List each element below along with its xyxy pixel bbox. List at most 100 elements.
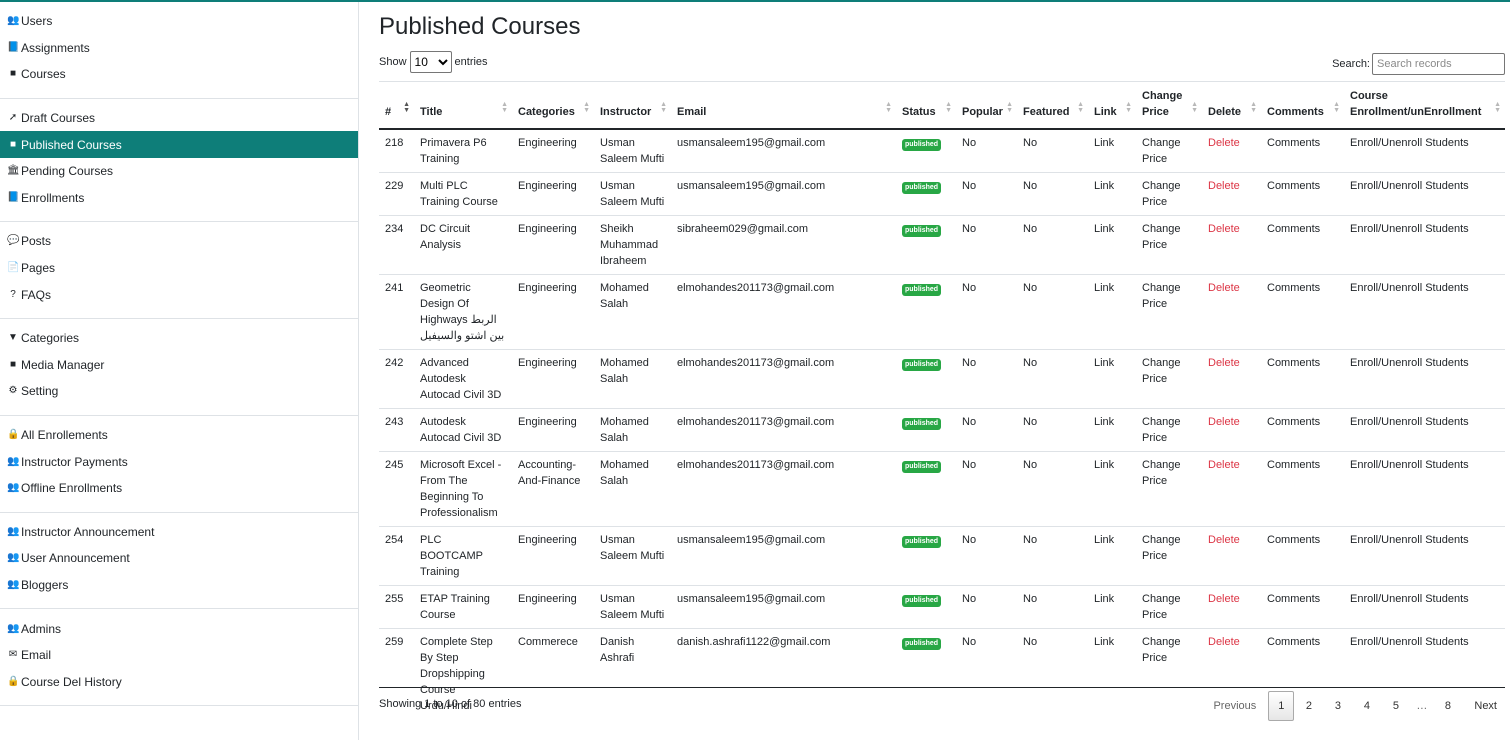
change-price-link[interactable]: Change Price xyxy=(1142,459,1181,487)
pagination-previous-button[interactable]: Previous xyxy=(1205,692,1268,720)
column-header[interactable]: Change Price ▲ ▼ xyxy=(1136,81,1202,130)
delete-link[interactable]: Delete xyxy=(1208,593,1240,605)
sidebar-item-assignments[interactable]: 📘 Assignments xyxy=(0,35,358,62)
column-header[interactable]: Instructor ▲ ▼ xyxy=(594,81,671,130)
column-header[interactable]: Link ▲ ▼ xyxy=(1088,81,1136,130)
pagination-page-2[interactable]: 2 xyxy=(1301,692,1316,720)
sidebar-item-faqs[interactable]: ? FAQs xyxy=(0,281,358,308)
search-input[interactable] xyxy=(1372,53,1505,75)
delete-link[interactable]: Delete xyxy=(1208,636,1240,648)
column-header[interactable]: Email ▲ ▼ xyxy=(671,81,896,130)
column-header[interactable]: Comments ▲ ▼ xyxy=(1261,81,1344,130)
comments-link[interactable]: Comments xyxy=(1267,636,1320,648)
sidebar-item-label: Media Manager xyxy=(21,357,105,372)
sidebar-item-draft-courses[interactable]: ➚ Draft Courses xyxy=(0,105,358,132)
enroll-link[interactable]: Enroll/Unenroll Students xyxy=(1350,416,1469,428)
comments-link[interactable]: Comments xyxy=(1267,534,1320,546)
delete-link[interactable]: Delete xyxy=(1208,137,1240,149)
enroll-link[interactable]: Enroll/Unenroll Students xyxy=(1350,137,1469,149)
sidebar-item-all-enrollements[interactable]: 🔒 All Enrollements xyxy=(0,422,358,449)
comments-link[interactable]: Comments xyxy=(1267,357,1320,369)
course-link[interactable]: Link xyxy=(1094,180,1114,192)
delete-link[interactable]: Delete xyxy=(1208,180,1240,192)
sidebar-item-enrollments[interactable]: 📘 Enrollments xyxy=(0,185,358,212)
sidebar-item-label: Setting xyxy=(21,384,59,399)
pagination-page-3[interactable]: 3 xyxy=(1330,692,1345,720)
comments-link[interactable]: Comments xyxy=(1267,593,1320,605)
course-link[interactable]: Link xyxy=(1094,357,1114,369)
change-price-link[interactable]: Change Price xyxy=(1142,180,1181,208)
delete-link[interactable]: Delete xyxy=(1208,459,1240,471)
column-header[interactable]: Popular ▲ ▼ xyxy=(956,81,1017,130)
comments-link[interactable]: Comments xyxy=(1267,223,1320,235)
enroll-link[interactable]: Enroll/Unenroll Students xyxy=(1350,534,1469,546)
enroll-link[interactable]: Enroll/Unenroll Students xyxy=(1350,459,1469,471)
sidebar-item-user-announcement[interactable]: 👥 User Announcement xyxy=(0,545,358,572)
pagination-page-5[interactable]: 5 xyxy=(1388,692,1403,720)
delete-link[interactable]: Delete xyxy=(1208,534,1240,546)
table-cell: Change Price xyxy=(1136,525,1202,585)
column-header[interactable]: Featured ▲ ▼ xyxy=(1017,81,1088,130)
comments-link[interactable]: Comments xyxy=(1267,459,1320,471)
pagination-page-8[interactable]: 8 xyxy=(1440,692,1455,720)
change-price-link[interactable]: Change Price xyxy=(1142,357,1181,385)
sidebar-item-users[interactable]: 👥 Users xyxy=(0,8,358,35)
delete-link[interactable]: Delete xyxy=(1208,357,1240,369)
table-cell: Usman Saleem Mufti xyxy=(594,584,671,628)
pagination-page-4[interactable]: 4 xyxy=(1359,692,1374,720)
change-price-link[interactable]: Change Price xyxy=(1142,282,1181,310)
delete-link[interactable]: Delete xyxy=(1208,223,1240,235)
column-header[interactable]: # ▲ ▼ xyxy=(379,81,414,130)
comments-link[interactable]: Comments xyxy=(1267,137,1320,149)
sidebar-item-instructor-announcement[interactable]: 👥 Instructor Announcement xyxy=(0,519,358,546)
sidebar-item-pages[interactable]: 📄 Pages xyxy=(0,255,358,282)
course-link[interactable]: Link xyxy=(1094,459,1114,471)
pagination-page-1[interactable]: 1 xyxy=(1268,691,1295,721)
enroll-link[interactable]: Enroll/Unenroll Students xyxy=(1350,593,1469,605)
column-header[interactable]: Status ▲ ▼ xyxy=(896,81,956,130)
sidebar-item-label: Pages xyxy=(21,261,56,276)
sidebar-item-email[interactable]: ✉ Email xyxy=(0,642,358,669)
sidebar-item-published-courses[interactable]: ■ Published Courses xyxy=(0,131,358,158)
sidebar-item-admins[interactable]: 👥 Admins xyxy=(0,615,358,642)
sidebar-item-course-del-history[interactable]: 🔒 Course Del History xyxy=(0,668,358,695)
enroll-link[interactable]: Enroll/Unenroll Students xyxy=(1350,180,1469,192)
sidebar-item-categories[interactable]: ▼ Categories xyxy=(0,325,358,352)
change-price-link[interactable]: Change Price xyxy=(1142,223,1181,251)
change-price-link[interactable]: Change Price xyxy=(1142,416,1181,444)
enroll-link[interactable]: Enroll/Unenroll Students xyxy=(1350,636,1469,648)
sidebar-item-pending-courses[interactable]: 🏛 Pending Courses xyxy=(0,158,358,185)
sidebar-item-courses[interactable]: ■ Courses xyxy=(0,61,358,88)
change-price-link[interactable]: Change Price xyxy=(1142,137,1181,165)
course-link[interactable]: Link xyxy=(1094,416,1114,428)
column-header[interactable]: Categories ▲ ▼ xyxy=(512,81,594,130)
comments-link[interactable]: Comments xyxy=(1267,416,1320,428)
comments-link[interactable]: Comments xyxy=(1267,180,1320,192)
sidebar-item-posts[interactable]: 💬 Posts xyxy=(0,228,358,255)
enroll-link[interactable]: Enroll/Unenroll Students xyxy=(1350,357,1469,369)
course-link[interactable]: Link xyxy=(1094,137,1114,149)
sidebar-item-instructor-payments[interactable]: 👥 Instructor Payments xyxy=(0,448,358,475)
course-link[interactable]: Link xyxy=(1094,593,1114,605)
sidebar-item-offline-enrollments[interactable]: 👥 Offline Enrollments xyxy=(0,475,358,502)
change-price-link[interactable]: Change Price xyxy=(1142,636,1181,664)
pagination-next-button[interactable]: Next xyxy=(1462,692,1505,720)
change-price-link[interactable]: Change Price xyxy=(1142,593,1181,621)
column-header[interactable]: Title ▲ ▼ xyxy=(414,81,512,130)
change-price-link[interactable]: Change Price xyxy=(1142,534,1181,562)
sidebar-item-media-manager[interactable]: ■ Media Manager xyxy=(0,352,358,379)
comments-link[interactable]: Comments xyxy=(1267,282,1320,294)
course-link[interactable]: Link xyxy=(1094,636,1114,648)
course-link[interactable]: Link xyxy=(1094,282,1114,294)
sidebar-item-setting[interactable]: ⚙ Setting xyxy=(0,378,358,405)
enroll-link[interactable]: Enroll/Unenroll Students xyxy=(1350,223,1469,235)
sidebar-item-bloggers[interactable]: 👥 Bloggers xyxy=(0,572,358,599)
course-link[interactable]: Link xyxy=(1094,223,1114,235)
entries-select[interactable]: 102550100 xyxy=(409,51,452,73)
column-header[interactable]: Delete ▲ ▼ xyxy=(1202,81,1261,130)
column-header[interactable]: Course Enrollment/unEnrollment ▲ ▼ xyxy=(1344,81,1505,130)
delete-link[interactable]: Delete xyxy=(1208,282,1240,294)
delete-link[interactable]: Delete xyxy=(1208,416,1240,428)
course-link[interactable]: Link xyxy=(1094,534,1114,546)
enroll-link[interactable]: Enroll/Unenroll Students xyxy=(1350,282,1469,294)
